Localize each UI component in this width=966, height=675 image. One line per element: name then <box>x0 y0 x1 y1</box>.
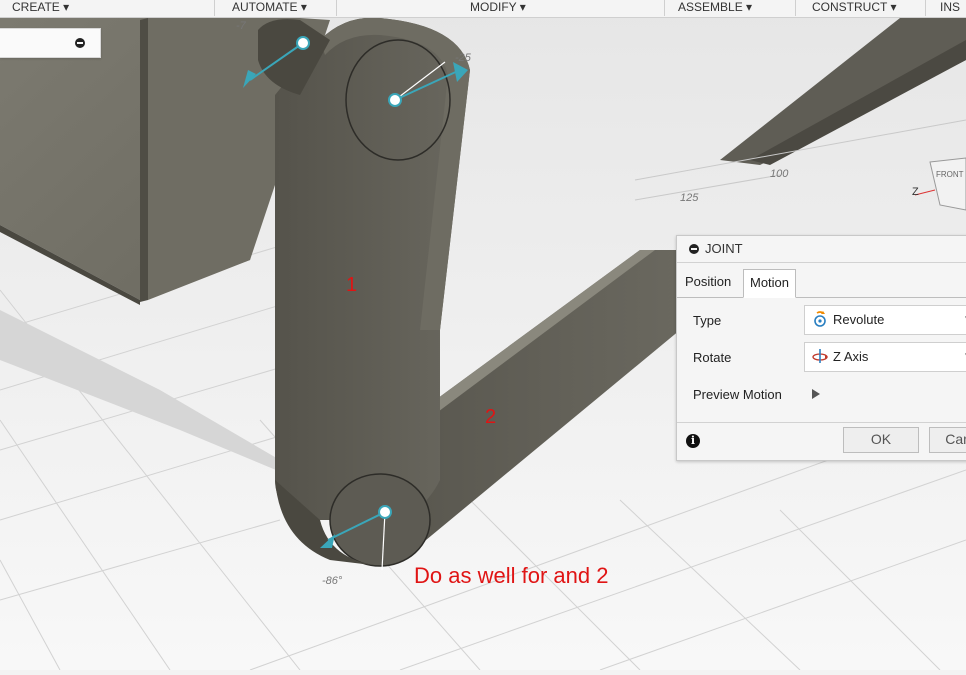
toolbar-divider <box>664 0 665 16</box>
toolbar-divider <box>214 0 215 16</box>
type-value: Revolute <box>833 312 885 327</box>
type-dropdown[interactable]: Revolute ▾ <box>804 305 966 335</box>
annotation-note: Do as well for and 2 <box>414 563 609 588</box>
top-toolbar: CREATE ▾ AUTOMATE ▾ MODIFY ▾ ASSEMBLE ▾ … <box>0 0 966 18</box>
collapse-icon[interactable] <box>689 244 699 254</box>
construct-menu[interactable]: CONSTRUCT ▾ <box>812 0 896 16</box>
joint-dialog: JOINT Position Motion Type Revolute ▾ Ro… <box>676 235 966 461</box>
annotation-label-2: 2 <box>485 406 497 428</box>
play-icon[interactable] <box>812 389 820 399</box>
bottom-pivot <box>329 473 431 567</box>
rotate-dropdown[interactable]: Z Axis ▾ <box>804 342 966 372</box>
info-icon[interactable]: i <box>686 434 700 448</box>
dialog-title: JOINT <box>705 241 743 256</box>
rotate-label: Rotate <box>693 350 732 365</box>
ok-button[interactable]: OK <box>843 427 919 453</box>
dialog-footer: i OK Cancel <box>677 422 966 461</box>
z-axis-icon <box>812 349 828 363</box>
annotation-label-1: 1 <box>346 274 358 296</box>
viewcube-axis-label: Z <box>912 186 919 198</box>
collapse-icon[interactable] <box>75 38 85 48</box>
tab-position[interactable]: Position <box>679 269 737 296</box>
ruler-label-100: 100 <box>770 168 789 180</box>
cancel-button[interactable]: Cancel <box>929 427 966 453</box>
dimension-rear: -7 <box>236 20 246 32</box>
dimension-bottom: -86° <box>322 575 343 587</box>
modify-menu[interactable]: MODIFY ▾ <box>470 0 526 16</box>
inspect-menu[interactable]: INS <box>940 0 960 16</box>
create-menu[interactable]: CREATE ▾ <box>12 0 69 16</box>
revolute-icon <box>814 311 826 327</box>
rotate-value: Z Axis <box>833 349 869 364</box>
dimension-top: -25 <box>455 52 471 64</box>
toolbar-divider <box>795 0 796 16</box>
browser-panel-collapsed[interactable] <box>0 28 101 58</box>
type-label: Type <box>693 313 722 328</box>
toolbar-divider <box>925 0 926 16</box>
tab-motion[interactable]: Motion <box>743 269 797 298</box>
toolbar-divider <box>336 0 337 16</box>
assemble-menu[interactable]: ASSEMBLE ▾ <box>678 0 752 16</box>
ruler-label-125: 125 <box>680 192 699 204</box>
automate-menu[interactable]: AUTOMATE ▾ <box>232 0 307 16</box>
viewcube-front-label[interactable]: FRONT <box>936 170 964 179</box>
preview-motion-label: Preview Motion <box>693 387 782 402</box>
dialog-header: JOINT <box>677 236 966 263</box>
dialog-tabs: Position Motion <box>677 263 966 298</box>
